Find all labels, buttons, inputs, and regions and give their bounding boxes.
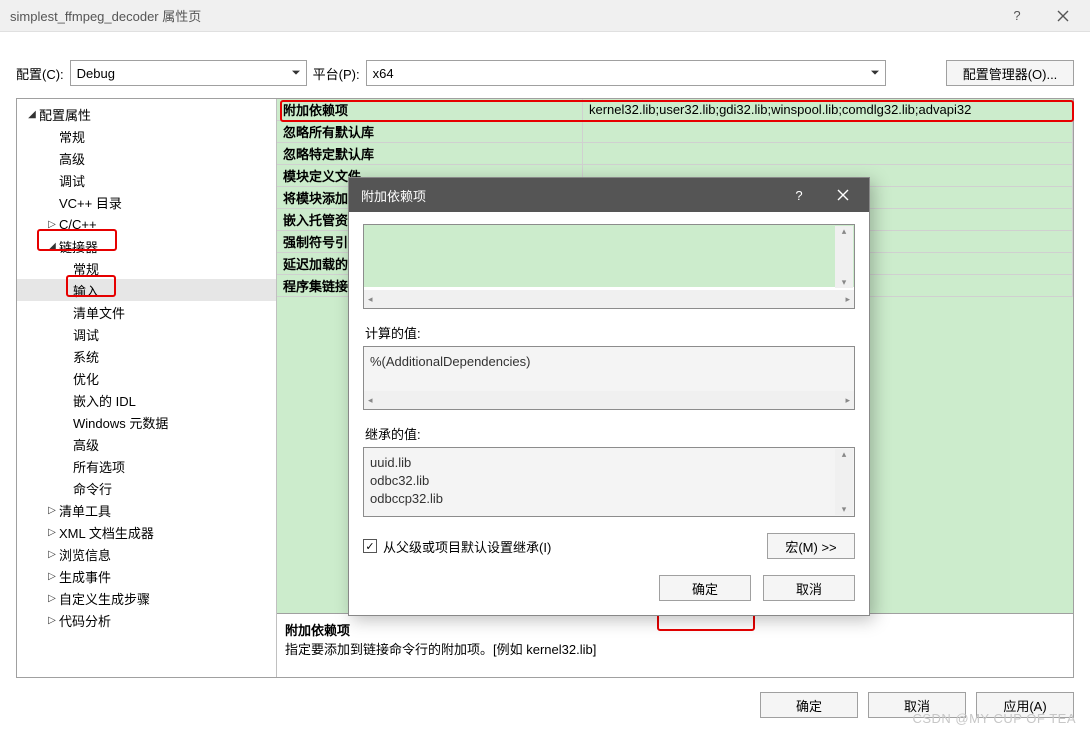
tree-debug[interactable]: 调试 xyxy=(17,169,276,191)
tree-ccpp[interactable]: ▷C/C++ xyxy=(17,213,276,235)
modal-ok-button[interactable]: 确定 xyxy=(659,575,751,601)
tree-linker-system[interactable]: 系统 xyxy=(17,345,276,367)
modal-title: 附加依赖项 xyxy=(361,186,777,205)
chevron-right-icon: ▸ xyxy=(845,294,850,305)
caret-right-icon: ▷ xyxy=(45,505,59,516)
inherited-value: uuid.lib xyxy=(370,454,832,472)
inherited-box: uuid.lib odbc32.lib odbccp32.lib ▴▾ xyxy=(363,447,855,517)
grid-footer-desc: 指定要添加到链接命令行的附加项。[例如 kernel32.lib] xyxy=(285,639,1065,658)
close-button[interactable] xyxy=(1040,0,1086,32)
window-titlebar: simplest_ffmpeg_decoder 属性页 ? xyxy=(0,0,1090,32)
tree-browse[interactable]: ▷浏览信息 xyxy=(17,543,276,565)
caret-down-icon: ◢ xyxy=(25,109,39,120)
chevron-up-icon: ▴ xyxy=(842,226,847,237)
vertical-scrollbar[interactable]: ▴▾ xyxy=(835,226,853,288)
config-label: 配置(C): xyxy=(16,64,64,83)
caret-right-icon: ▷ xyxy=(45,549,59,560)
tree-sidebar: ◢配置属性 常规 高级 调试 VC++ 目录 ▷C/C++ ◢链接器 常规 输入… xyxy=(17,99,277,677)
computed-box: %(AdditionalDependencies) ◂▸ xyxy=(363,346,855,410)
modal-close-button[interactable] xyxy=(821,178,865,212)
platform-label: 平台(P): xyxy=(313,64,360,83)
grid-row-ignore-specific[interactable]: 忽略特定默认库 xyxy=(277,143,1073,165)
modal-titlebar: 附加依赖项 ? xyxy=(349,178,869,212)
inherited-value: odbc32.lib xyxy=(370,472,832,490)
tree-linker-all[interactable]: 所有选项 xyxy=(17,455,276,477)
tree-codeanalysis[interactable]: ▷代码分析 xyxy=(17,609,276,631)
tree-custombuild[interactable]: ▷自定义生成步骤 xyxy=(17,587,276,609)
additional-deps-dialog: 附加依赖项 ? ▴▾ ◂▸ 计算的值: %(AdditionalDependen… xyxy=(348,177,870,616)
caret-right-icon: ▷ xyxy=(45,527,59,538)
deps-textarea-wrap: ▴▾ ◂▸ xyxy=(363,224,855,309)
tree-linker-adv[interactable]: 高级 xyxy=(17,433,276,455)
inherited-label: 继承的值: xyxy=(365,424,855,443)
caret-right-icon: ▷ xyxy=(45,593,59,604)
caret-right-icon: ▷ xyxy=(45,615,59,626)
macro-button[interactable]: 宏(M) >> xyxy=(767,533,855,559)
chevron-down-icon: ▾ xyxy=(842,504,847,515)
deps-textarea[interactable] xyxy=(364,225,854,287)
window-title: simplest_ffmpeg_decoder 属性页 xyxy=(10,6,994,25)
caret-right-icon: ▷ xyxy=(45,571,59,582)
grid-row-ignore-all[interactable]: 忽略所有默认库 xyxy=(277,121,1073,143)
inherited-value: odbccp32.lib xyxy=(370,490,832,508)
tree-linker-debug[interactable]: 调试 xyxy=(17,323,276,345)
platform-combo[interactable]: x64 xyxy=(366,60,886,86)
tree-linker-winmd[interactable]: Windows 元数据 xyxy=(17,411,276,433)
tree-linker[interactable]: ◢链接器 xyxy=(17,235,276,257)
tree-general[interactable]: 常规 xyxy=(17,125,276,147)
tree-linker-optimize[interactable]: 优化 xyxy=(17,367,276,389)
tree-advanced[interactable]: 高级 xyxy=(17,147,276,169)
modal-help-button[interactable]: ? xyxy=(777,178,821,212)
top-controls: 配置(C): Debug 平台(P): x64 配置管理器(O)... xyxy=(0,32,1090,94)
config-manager-button[interactable]: 配置管理器(O)... xyxy=(946,60,1074,86)
chevron-left-icon: ◂ xyxy=(368,294,373,305)
computed-value: %(AdditionalDependencies) xyxy=(370,353,848,371)
checkbox-checked-icon: ✓ xyxy=(363,539,377,553)
tree-linker-idl[interactable]: 嵌入的 IDL xyxy=(17,389,276,411)
close-icon xyxy=(837,189,849,201)
inherit-checkbox-label[interactable]: ✓ 从父级或项目默认设置继承(I) xyxy=(363,537,551,556)
grid-row-additional-deps[interactable]: 附加依赖项kernel32.lib;user32.lib;gdi32.lib;w… xyxy=(277,99,1073,121)
chevron-left-icon: ◂ xyxy=(368,395,373,406)
caret-down-icon: ◢ xyxy=(45,241,59,252)
watermark: CSDN @MY CUP OF TEA xyxy=(912,711,1076,726)
computed-label: 计算的值: xyxy=(365,323,855,342)
tree-linker-general[interactable]: 常规 xyxy=(17,257,276,279)
config-combo[interactable]: Debug xyxy=(70,60,307,86)
tree-linker-input[interactable]: 输入 xyxy=(17,279,276,301)
chevron-up-icon: ▴ xyxy=(842,449,847,460)
grid-footer-title: 附加依赖项 xyxy=(285,620,1065,639)
tree-linker-manifest[interactable]: 清单文件 xyxy=(17,301,276,323)
ok-button[interactable]: 确定 xyxy=(760,692,858,718)
tree-root[interactable]: ◢配置属性 xyxy=(17,103,276,125)
chevron-down-icon: ▾ xyxy=(842,277,847,288)
vertical-scrollbar[interactable]: ▴▾ xyxy=(835,449,853,515)
tree-xmldoc[interactable]: ▷XML 文档生成器 xyxy=(17,521,276,543)
grid-footer: 附加依赖项 指定要添加到链接命令行的附加项。[例如 kernel32.lib] xyxy=(277,613,1073,677)
close-icon xyxy=(1057,10,1069,22)
tree-manifest-tool[interactable]: ▷清单工具 xyxy=(17,499,276,521)
caret-right-icon: ▷ xyxy=(45,219,59,230)
tree-linker-cmdline[interactable]: 命令行 xyxy=(17,477,276,499)
modal-cancel-button[interactable]: 取消 xyxy=(763,575,855,601)
tree-vcdirs[interactable]: VC++ 目录 xyxy=(17,191,276,213)
tree-buildevents[interactable]: ▷生成事件 xyxy=(17,565,276,587)
horizontal-scrollbar[interactable]: ◂▸ xyxy=(364,391,854,409)
horizontal-scrollbar[interactable]: ◂▸ xyxy=(364,290,854,308)
chevron-right-icon: ▸ xyxy=(845,395,850,406)
help-button[interactable]: ? xyxy=(994,0,1040,32)
